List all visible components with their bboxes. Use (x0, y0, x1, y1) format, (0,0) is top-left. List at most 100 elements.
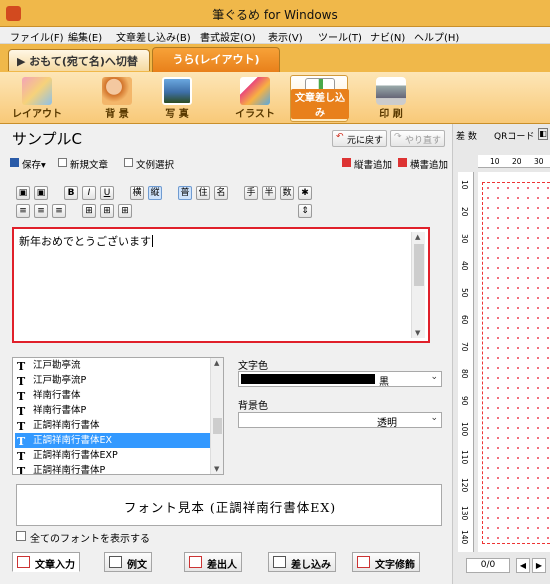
ruler-tick: 20 (460, 207, 469, 217)
checkbox-label: 全てのフォントを表示する (30, 534, 150, 545)
chevron-down-icon: ⌄ (430, 372, 438, 382)
add-vertical-button[interactable]: 縦書追加 (342, 157, 392, 171)
ribbon-layout-button[interactable]: レイアウト (8, 75, 66, 122)
spacing-2-icon[interactable]: ⊞ (100, 204, 114, 218)
align-center-icon[interactable]: ≡ (34, 204, 48, 218)
font-item-selected[interactable]: T 正調祥南行書体EX (15, 433, 210, 448)
align-left-icon[interactable]: ≡ (16, 204, 30, 218)
text-scrollbar[interactable]: ▲ ▼ (411, 232, 425, 338)
font-item[interactable]: T 祥南行書体P (15, 403, 210, 418)
tab-text-input[interactable]: 文章入力 (12, 552, 80, 572)
font-item[interactable]: T 江戸勘亭流P (15, 373, 210, 388)
ruler-tick: 20 (512, 157, 522, 166)
font-list-scrollbar[interactable]: ▲ ▼ (210, 358, 223, 474)
frame-fit-icon[interactable]: ▣ (16, 186, 30, 200)
document-title: サンプルC (12, 130, 83, 148)
scroll-up-icon[interactable]: ▲ (214, 359, 219, 367)
menu-file[interactable]: ファイル(F) (10, 29, 64, 44)
menu-view[interactable]: 表示(V) (268, 29, 303, 44)
tab-sender[interactable]: 差出人 (184, 552, 242, 572)
scroll-down-icon[interactable]: ▼ (214, 465, 219, 473)
bg-color-dropdown[interactable]: 透明 ⌄ (238, 412, 442, 429)
tab-example[interactable]: 例文 (104, 552, 152, 572)
special-char-icon[interactable]: ✱ (298, 186, 312, 200)
normal-text-button[interactable]: 普 (178, 186, 192, 200)
handwriting-button[interactable]: 手 (244, 186, 258, 200)
ruler-tick: 10 (460, 180, 469, 190)
vertical-writing-button[interactable]: 縦 (148, 186, 162, 200)
font-item[interactable]: T 正調祥南行書体 (15, 418, 210, 433)
ruler-tick: 140 (460, 530, 469, 545)
redo-icon: ↷ (394, 132, 402, 142)
new-document-icon (58, 158, 67, 167)
font-item[interactable]: T 正調祥南行書体P (15, 463, 210, 474)
count-button[interactable]: 差 数 (456, 129, 477, 142)
italic-button[interactable]: I (82, 186, 96, 200)
address-button[interactable]: 住 (196, 186, 210, 200)
tab-text-decoration[interactable]: 文字修飾 (352, 552, 420, 572)
illust-icon (240, 77, 270, 105)
text-input-area[interactable]: 新年おめでとうございます ▲ ▼ (12, 227, 430, 343)
panel-toggle-icon[interactable]: ◧ (538, 128, 548, 140)
spacing-1-icon[interactable]: ⊞ (82, 204, 96, 218)
side-tab-strip: ▶ おもて(宛て名)へ切替 うら(レイアウト) (0, 44, 550, 72)
tab-back-layout[interactable]: うら(レイアウト) (152, 47, 280, 72)
ribbon-photo-button[interactable]: 写 真 (148, 75, 206, 122)
save-icon (10, 158, 19, 167)
font-item[interactable]: T 正調祥南行書体EXP (15, 448, 210, 463)
qr-code-button[interactable]: QRコード (494, 129, 534, 142)
bold-button[interactable]: B (64, 186, 78, 200)
tab-insert[interactable]: 差し込み (268, 552, 336, 572)
ruler-tick: 80 (460, 369, 469, 379)
text-color-dropdown[interactable]: 黒 ⌄ (238, 371, 442, 388)
number-button[interactable]: 数 (280, 186, 294, 200)
scroll-up-icon[interactable]: ▲ (415, 233, 420, 241)
ruler-tick: 70 (460, 342, 469, 352)
ruler-tick: 110 (460, 450, 469, 465)
frame-fit-2-icon[interactable]: ▣ (34, 186, 48, 200)
font-item[interactable]: T 祥南行書体 (15, 388, 210, 403)
ruler-tick: 100 (460, 422, 469, 437)
redo-button[interactable]: ↷ やり直す (390, 130, 446, 147)
example-select-button[interactable]: 文例選択 (124, 157, 174, 171)
checkbox[interactable] (16, 531, 26, 541)
ribbon-background-button[interactable]: 背 景 (88, 75, 146, 122)
name-button[interactable]: 名 (214, 186, 228, 200)
ribbon-print-button[interactable]: 印 刷 (362, 75, 420, 122)
scroll-thumb[interactable] (213, 418, 222, 434)
example-icon (109, 556, 122, 568)
insert-icon (273, 556, 286, 568)
horizontal-writing-button[interactable]: 横 (130, 186, 144, 200)
align-right-icon[interactable]: ≡ (52, 204, 66, 218)
prev-page-icon[interactable]: ◀ (516, 558, 530, 573)
spacing-3-icon[interactable]: ⊞ (118, 204, 132, 218)
next-page-icon[interactable]: ▶ (532, 558, 546, 573)
ribbon-insert-text-button[interactable]: 文章差し込み (290, 75, 349, 122)
scroll-down-icon[interactable]: ▼ (415, 329, 420, 337)
scroll-thumb[interactable] (414, 244, 424, 286)
menu-help[interactable]: ヘルプ(H) (414, 29, 459, 44)
ruler-tick: 90 (460, 396, 469, 406)
postcard-layout-area[interactable] (482, 182, 550, 544)
font-item[interactable]: T 江戸勘亭流 (15, 358, 210, 373)
menu-insert-text[interactable]: 文章差し込み(B) (116, 29, 191, 44)
ribbon-illust-button[interactable]: イラスト (226, 75, 284, 122)
menu-format[interactable]: 書式設定(O) (200, 29, 256, 44)
menu-tools[interactable]: ツール(T) (318, 29, 362, 44)
bottom-tabs: 文章入力 例文 差出人 差し込み 文字修飾 (12, 552, 452, 572)
menu-navi[interactable]: ナビ(N) (370, 29, 405, 44)
menu-edit[interactable]: 編集(E) (68, 29, 102, 44)
font-list[interactable]: T 江戸勘亭流 T 江戸勘亭流P T 祥南行書体 T 祥南行書体P T 正調祥南行書体 T… (12, 357, 224, 475)
undo-button[interactable]: ↶ 元に戻す (332, 130, 388, 147)
tab-switch-front[interactable]: ▶ おもて(宛て名)へ切替 (8, 49, 150, 71)
background-icon (102, 77, 132, 105)
new-text-button[interactable]: 新規文章 (58, 157, 108, 171)
save-button[interactable]: 保存▾ (10, 157, 46, 171)
horizontal-ruler: 10 20 30 (478, 155, 550, 168)
text-size-icon[interactable]: ⇕ (298, 204, 312, 218)
add-horizontal-button[interactable]: 横書追加 (398, 157, 448, 171)
underline-button[interactable]: U (100, 186, 114, 200)
half-width-button[interactable]: 半 (262, 186, 276, 200)
page-indicator: 0/0 (466, 558, 510, 573)
ruler-tick: 120 (460, 478, 469, 493)
